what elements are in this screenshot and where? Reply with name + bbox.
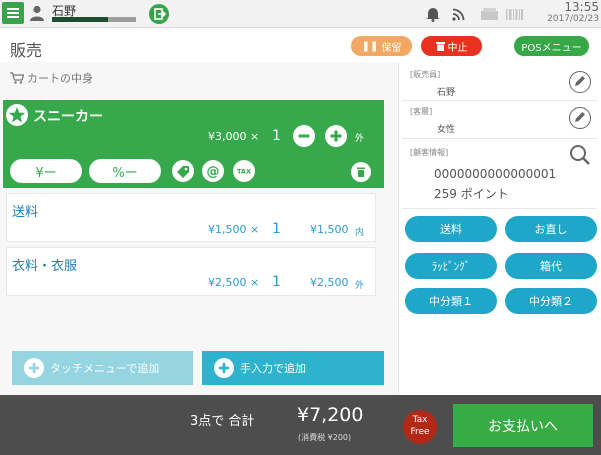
touch-menu-add-button[interactable]: タッチメニューで追加 [12,351,193,385]
cart-item-unit-price: ¥2,500 × [208,276,260,289]
divider [402,138,597,139]
customer-segment-value: 女性 [437,125,456,135]
proceed-to-payment-button[interactable]: お支払いへ [453,404,593,447]
divider [402,208,597,209]
minus-quantity-button[interactable] [293,125,315,147]
manual-add-label: 手入力で追加 [240,362,306,375]
cancel-button[interactable]: 中止 [421,36,482,56]
barcode-icon [506,9,523,20]
cart-item-name: 衣料・衣服 [12,259,78,274]
staff-label: [販売員] [410,70,441,79]
user-progress-bar [52,17,136,22]
subcategory-1-button[interactable]: 中分類１ [405,288,497,314]
tax-amount: (消費税 ¥200) [298,433,352,442]
customer-id: 0000000000000001 [434,167,557,181]
cancel-button-label: 中止 [447,42,468,54]
percent-discount-button[interactable]: %ー [89,159,161,183]
cart-icon [10,72,24,84]
box-fee-button[interactable]: 箱代 [505,253,597,279]
alteration-button[interactable]: お直し [505,216,597,242]
plus-icon [214,358,234,378]
rss-icon [452,8,465,21]
selected-item-name: スニーカー [33,109,103,125]
edit-customer-segment-icon[interactable] [569,107,591,129]
cart-header: カートの中身 [10,70,93,86]
cart-item-tax-flag: 外 [355,281,365,291]
logout-icon[interactable] [149,4,169,24]
touch-menu-add-label: タッチメニューで追加 [50,362,160,375]
edit-staff-icon[interactable] [569,71,591,93]
item-count-label: 3点で 合計 [190,414,255,429]
yen-discount-button[interactable]: ¥ー [10,159,82,183]
staff-value: 石野 [437,88,456,98]
tax-free-button[interactable]: Tax Free [403,410,437,444]
bell-icon [426,8,440,22]
customer-search-icon[interactable] [568,143,590,165]
svg-text:@: @ [207,165,220,180]
svg-text:TAX: TAX [237,168,251,176]
trash-icon [435,42,445,51]
customer-segment-label: [客層] [410,107,433,116]
cash-drawer-icon [481,8,498,20]
clock-date: 2017/02/23 [547,14,599,24]
at-sign-icon[interactable]: @ [202,160,224,182]
cart-item-quantity: 1 [272,221,281,237]
customer-info-label: [顧客情報] [410,148,449,157]
wrapping-button[interactable]: ﾗｯﾋﾟﾝｸﾞ [405,253,497,279]
user-progress-fill [52,17,109,22]
cart-item-quantity: 1 [272,274,281,290]
selected-item-quantity: 1 [272,128,281,144]
selected-item-unit-price: ¥3,000 × [208,130,260,143]
pause-icon: ❚❚ [361,40,379,52]
cart-item-unit-price: ¥1,500 × [208,223,260,236]
total-amount: ¥7,200 [297,404,364,426]
tax-icon[interactable]: TAX [233,160,255,182]
cart-item-total: ¥2,500 [310,276,349,289]
selected-item-tax-flag: 外 [355,134,365,144]
tax-free-line2: Free [410,427,430,437]
cart-label: カートの中身 [27,72,93,85]
cart-item-total: ¥1,500 [310,223,349,236]
shipping-button[interactable]: 送料 [405,216,497,242]
hamburger-menu-icon[interactable] [2,2,24,24]
divider [402,100,597,101]
clock-time: 13:55 [564,0,599,14]
pos-menu-button[interactable]: POSメニュー [514,36,589,56]
cart-item-name: 送料 [12,205,39,220]
status-icons [426,8,523,22]
cart-item-tax-flag: 内 [355,228,365,238]
manual-add-button[interactable]: 手入力で追加 [202,351,384,385]
header-bar [0,29,601,62]
plus-quantity-button[interactable] [325,125,347,147]
user-icon [30,5,44,21]
hold-button[interactable]: ❚❚ 保留 [351,36,412,56]
subcategory-2-button[interactable]: 中分類２ [505,288,597,314]
plus-icon [24,358,44,378]
page-title: 販売 [10,41,43,60]
customer-points: 259 ポイント [434,187,509,201]
hold-button-label: 保留 [381,42,402,54]
tag-icon[interactable] [172,160,194,182]
star-icon [6,104,28,126]
tax-free-line1: Tax [412,415,428,425]
delete-item-icon[interactable] [351,162,371,182]
